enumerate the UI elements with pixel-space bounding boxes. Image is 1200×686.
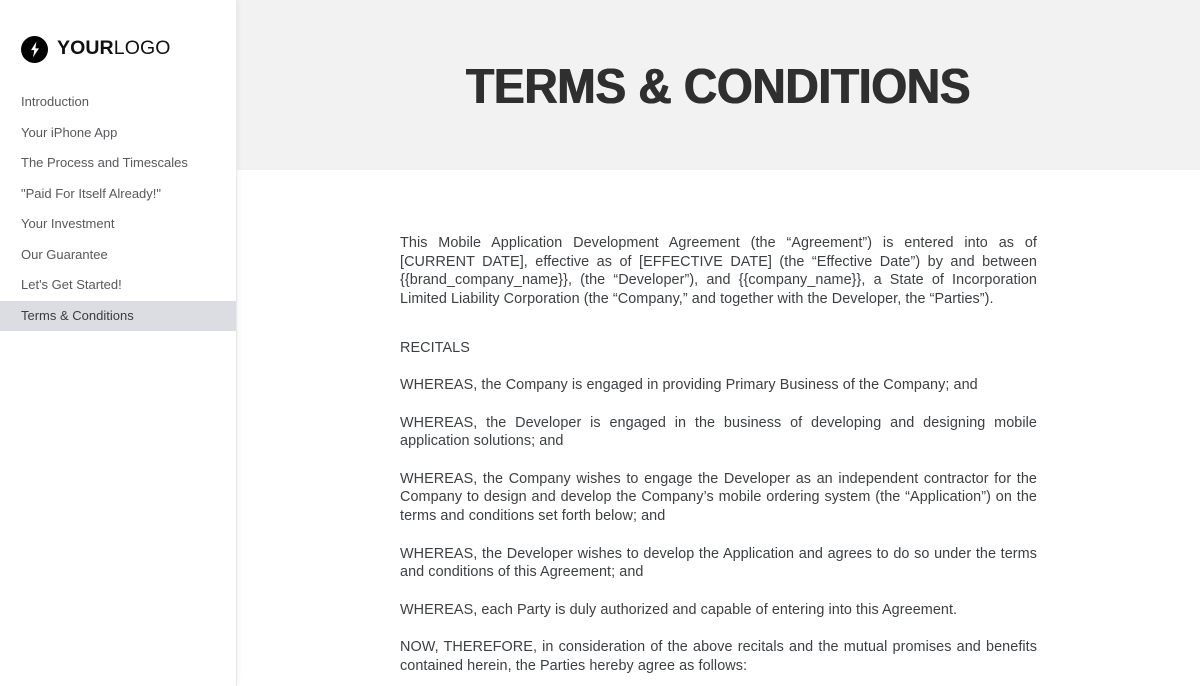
recital-paragraph-1: WHEREAS, the Company is engaged in provi… <box>400 376 978 393</box>
brand-wordmark-light: LOGO <box>113 37 171 60</box>
agreement-intro-paragraph: This Mobile Application Development Agre… <box>400 235 1037 307</box>
document-body: This Mobile Application Development Agre… <box>236 170 1200 686</box>
sidebar-item-your-investment[interactable]: Your Investment <box>0 209 236 240</box>
brand-wordmark-bold: YOUR <box>57 37 114 60</box>
brand-logo[interactable]: YOURLOGO <box>0 0 236 70</box>
sidebar-item-lets-get-started[interactable]: Let's Get Started! <box>0 270 236 301</box>
sidebar-item-paid-for-itself-already[interactable]: "Paid For Itself Already!" <box>0 179 236 210</box>
page-hero: Terms & Conditions <box>236 0 1200 170</box>
sidebar: YOURLOGO Introduction Your iPhone App Th… <box>0 0 236 686</box>
sidebar-item-our-guarantee[interactable]: Our Guarantee <box>0 240 236 271</box>
recital-paragraph-5: WHEREAS, each Party is duly authorized a… <box>400 601 958 618</box>
recital-paragraph-3: WHEREAS, the Company wishes to engage th… <box>400 470 1037 524</box>
recitals-heading: RECITALS <box>400 340 470 357</box>
sidebar-item-your-iphone-app[interactable]: Your iPhone App <box>0 118 236 149</box>
brand-wordmark: YOURLOGO <box>57 39 171 59</box>
sidebar-item-the-process-and-timescales[interactable]: The Process and Timescales <box>0 148 236 179</box>
sidebar-nav: Introduction Your iPhone App The Process… <box>0 87 236 331</box>
recital-paragraph-4: WHEREAS, the Developer wishes to develop… <box>400 545 1037 581</box>
main-content: Terms & Conditions This Mobile Applicati… <box>236 0 1200 686</box>
lightning-bolt-icon <box>21 35 48 63</box>
sidebar-item-terms-and-conditions[interactable]: Terms & Conditions <box>0 300 236 331</box>
recital-paragraph-2: WHEREAS, the Developer is engaged in the… <box>400 414 1037 450</box>
page-title: Terms & Conditions <box>465 59 971 114</box>
now-therefore-paragraph: NOW, THEREFORE, in consideration of the … <box>400 639 1037 674</box>
sidebar-item-introduction[interactable]: Introduction <box>0 87 236 118</box>
document-column: This Mobile Application Development Agre… <box>400 234 1037 686</box>
proposal-page: YOURLOGO Introduction Your iPhone App Th… <box>0 0 1200 686</box>
